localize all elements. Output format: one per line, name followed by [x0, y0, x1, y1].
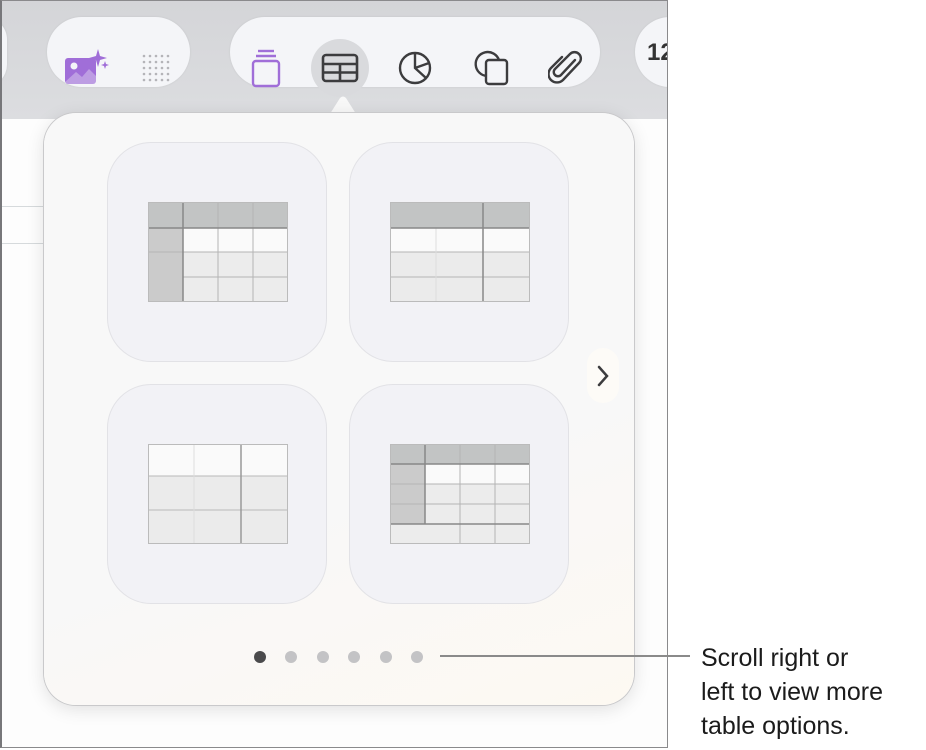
toolbar-number-button[interactable]: 12 — [647, 39, 668, 67]
table-icon — [321, 53, 359, 83]
attachment-button[interactable] — [537, 39, 595, 97]
app-screen: 12 — [0, 0, 668, 748]
image-playground-icon — [62, 48, 110, 88]
shapes-button[interactable] — [463, 39, 521, 97]
table-style-header-row[interactable] — [349, 142, 569, 362]
callout-leader-line — [440, 655, 690, 657]
table-styles-popover — [44, 113, 634, 705]
document-line — [2, 206, 44, 207]
page-dot-6[interactable] — [411, 651, 423, 663]
table-preview — [148, 444, 288, 544]
callout-text: Scroll right or left to view more table … — [701, 641, 883, 743]
callout-line: table options. — [701, 709, 883, 743]
text-box-button[interactable] — [237, 39, 295, 97]
page-dot-2[interactable] — [285, 651, 297, 663]
toolbar-left-group — [47, 17, 190, 87]
dot-grid-icon — [140, 52, 172, 84]
toolbar-insert-group — [230, 17, 600, 87]
chart-icon — [397, 50, 433, 86]
table-style-header-row-column-footer[interactable] — [349, 384, 569, 604]
dot-grid-button[interactable] — [127, 39, 185, 97]
page-dot-5[interactable] — [380, 651, 392, 663]
table-style-header-row-and-column[interactable] — [107, 142, 327, 362]
page-dot-3[interactable] — [317, 651, 329, 663]
table-style-plain[interactable] — [107, 384, 327, 604]
table-preview — [390, 444, 530, 544]
page-dot-4[interactable] — [348, 651, 360, 663]
table-button[interactable] — [311, 39, 369, 97]
callout-line: left to view more — [701, 675, 883, 709]
shapes-icon — [473, 49, 511, 87]
image-playground-button[interactable] — [57, 39, 115, 97]
chart-button[interactable] — [386, 39, 444, 97]
next-page-button[interactable] — [587, 348, 619, 403]
page-dot-1[interactable] — [254, 651, 266, 663]
table-preview — [148, 202, 288, 302]
chevron-right-icon — [596, 365, 610, 387]
document-line — [2, 243, 44, 244]
text-box-icon — [250, 48, 282, 88]
callout-line: Scroll right or — [701, 641, 883, 675]
paperclip-icon — [548, 50, 584, 86]
table-preview — [390, 202, 530, 302]
